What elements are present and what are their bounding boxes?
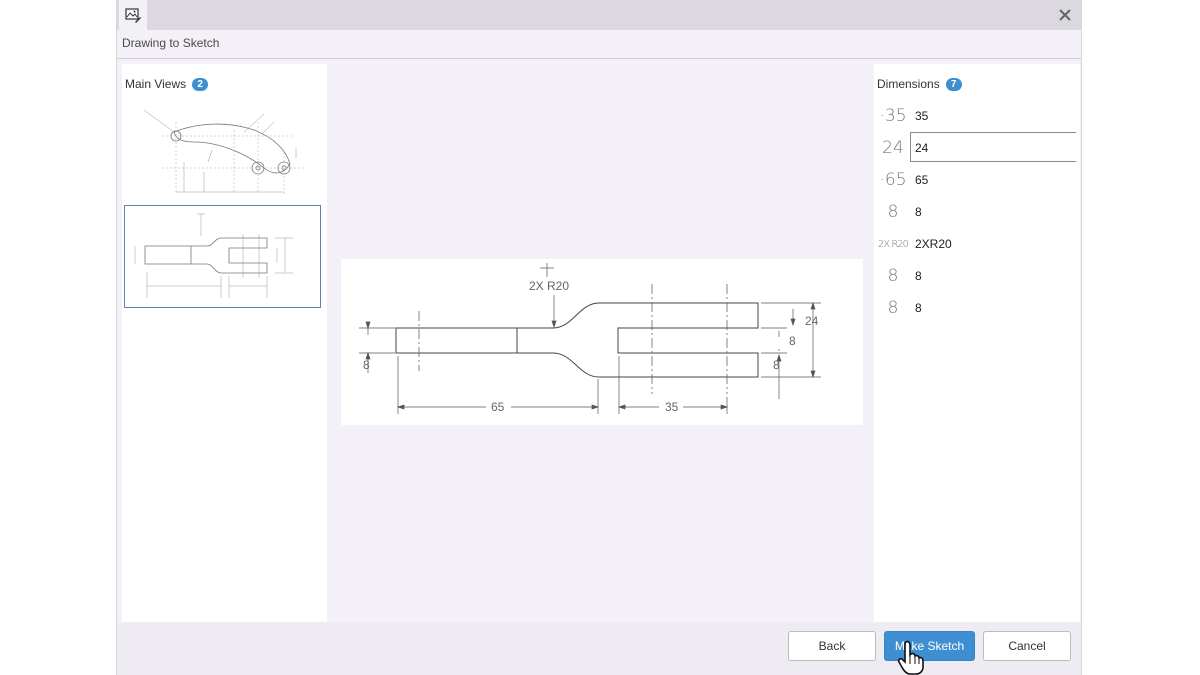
view-thumbnail-fork-plate[interactable] <box>124 205 321 308</box>
dimension-value[interactable]: 35 <box>910 100 1076 130</box>
dimension-row[interactable]: 8 8 <box>874 196 1080 228</box>
dimension-value[interactable]: 8 <box>910 260 1076 290</box>
fork-outline <box>517 302 759 378</box>
dim-8-right-top-label: 8 <box>789 334 796 348</box>
lever-arm-drawing-thumbnail <box>143 109 304 194</box>
dimensions-list: ·35 35 24 24 ·65 65 8 8 2X R20 2XR20 8 8 <box>874 100 1080 324</box>
dimension-preview-glyph: ·35 <box>879 106 907 126</box>
dim-8-left-label: 8 <box>363 358 370 372</box>
main-views-panel: Main Views 2 <box>122 64 327 622</box>
close-button[interactable] <box>1055 5 1075 25</box>
part-outline <box>395 327 518 354</box>
dim-65-label: 65 <box>491 400 505 414</box>
radius-label: 2X R20 <box>529 279 569 293</box>
dimension-value[interactable]: 8 <box>910 196 1076 226</box>
dimension-row[interactable]: 24 24 <box>874 132 1080 164</box>
dimensions-count-badge: 7 <box>945 77 962 91</box>
drawing-preview-canvas: 2X R20 65 35 24 8 8 8 <box>359 263 821 414</box>
dimension-preview-glyph: 2X R20 <box>877 238 909 250</box>
dialog-footer: Back Make Sketch Cancel <box>117 622 1081 675</box>
dimension-row[interactable]: 2X R20 2XR20 <box>874 228 1080 260</box>
main-views-count-badge: 2 <box>192 77 209 91</box>
dim-24-label: 24 <box>805 314 819 328</box>
drawing-to-sketch-dialog: Drawing to Sketch Main Views 2 2X R20 65… <box>116 0 1082 675</box>
dialog-title: Drawing to Sketch <box>122 36 220 50</box>
dimension-value[interactable]: 65 <box>910 164 1076 194</box>
make-sketch-button[interactable]: Make Sketch <box>884 631 975 661</box>
dimension-value-input[interactable]: 24 <box>910 132 1076 162</box>
back-button[interactable]: Back <box>788 631 876 661</box>
dimension-preview-glyph: ·65 <box>879 170 907 190</box>
main-views-label: Main Views <box>125 77 187 91</box>
dimension-preview-glyph: 8 <box>887 202 899 222</box>
dimension-preview-glyph: 8 <box>887 298 899 318</box>
view-thumbnail-lever-arm[interactable] <box>124 102 320 202</box>
dimensions-panel: Dimensions 7 ·35 35 24 24 ·65 65 8 8 2X … <box>874 64 1080 622</box>
dimension-preview-glyph: 24 <box>882 138 904 158</box>
main-views-header: Main Views 2 <box>125 77 209 91</box>
fork-plate-drawing-thumbnail <box>134 213 293 298</box>
drawing-preview[interactable]: 2X R20 65 35 24 8 8 8 <box>341 259 863 425</box>
image-sketch-icon <box>125 8 141 23</box>
dim-8-right-bottom-label: 8 <box>773 358 780 372</box>
dim-35-label: 35 <box>665 400 679 414</box>
dimension-value[interactable]: 2XR20 <box>910 228 1076 258</box>
dimension-preview-glyph: 8 <box>887 266 899 286</box>
dimension-row[interactable]: 8 8 <box>874 292 1080 324</box>
title-bar <box>117 0 1081 30</box>
dimension-value[interactable]: 8 <box>910 292 1076 322</box>
dimensions-header: Dimensions 7 <box>877 77 962 91</box>
dimension-row[interactable]: 8 8 <box>874 260 1080 292</box>
dimensions-label: Dimensions <box>877 77 940 91</box>
dimension-row[interactable]: ·35 35 <box>874 100 1080 132</box>
dimension-row[interactable]: ·65 65 <box>874 164 1080 196</box>
app-tab[interactable] <box>119 0 147 30</box>
title-divider <box>117 58 1081 59</box>
close-icon <box>1059 9 1071 21</box>
cancel-button[interactable]: Cancel <box>983 631 1071 661</box>
